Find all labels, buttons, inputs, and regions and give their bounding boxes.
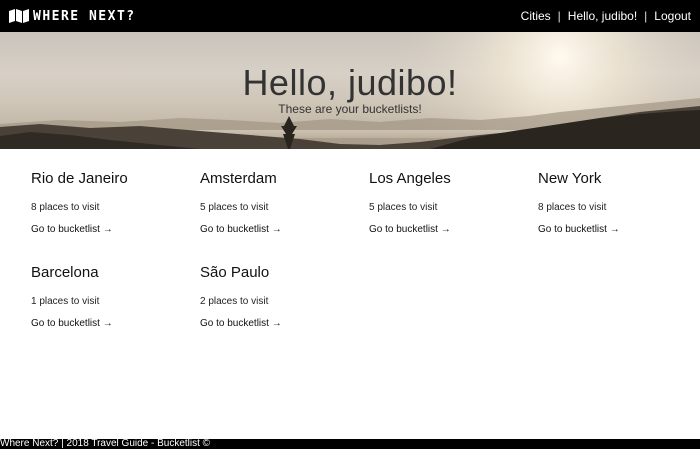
card-place-count: 8 places to visit (538, 202, 607, 213)
brand-name: WHERE NEXT? (33, 8, 136, 24)
go-to-bucketlist-link[interactable]: Go to bucketlist → (538, 224, 698, 235)
go-to-bucketlist-link[interactable]: Go to bucketlist → (31, 224, 191, 235)
card-city-name: Barcelona (31, 264, 99, 281)
bucketlist-card: Los Angeles 5 places to visit Go to buck… (369, 170, 529, 235)
card-place-count: 5 places to visit (369, 202, 438, 213)
greeting-title: Hello, judibo! (242, 62, 458, 103)
nav-link-logout[interactable]: Logout (654, 9, 691, 23)
nav-separator: | (557, 9, 561, 23)
go-to-bucketlist-link[interactable]: Go to bucketlist → (200, 224, 360, 235)
card-place-count: 5 places to visit (200, 202, 269, 213)
bucketlist-card: São Paulo 2 places to visit Go to bucket… (200, 264, 360, 329)
top-navbar: WHERE NEXT? Cities | Hello, judibo! | Lo… (0, 0, 700, 32)
go-to-bucketlist-link[interactable]: Go to bucketlist → (31, 318, 191, 329)
bucketlist-card: Amsterdam 5 places to visit Go to bucket… (200, 170, 360, 235)
bucketlist-card: Barcelona 1 places to visit Go to bucket… (31, 264, 191, 329)
brand[interactable]: WHERE NEXT? (9, 9, 136, 24)
go-to-bucketlist-link[interactable]: Go to bucketlist → (369, 224, 529, 235)
bucketlist-card: New York 8 places to visit Go to bucketl… (538, 170, 698, 235)
card-place-count: 1 places to visit (31, 296, 100, 307)
nav-links: Cities | Hello, judibo! | Logout (521, 9, 691, 23)
card-city-name: Rio de Janeiro (31, 170, 128, 187)
card-city-name: Los Angeles (369, 170, 451, 187)
hero-banner: Hello, judibo! These are your bucketlist… (0, 32, 700, 149)
go-to-bucketlist-link[interactable]: Go to bucketlist → (200, 318, 360, 329)
bucketlist-card: Rio de Janeiro 8 places to visit Go to b… (31, 170, 191, 235)
page-footer: Where Next? | 2018 Travel Guide - Bucket… (0, 439, 700, 449)
nav-separator: | (644, 9, 648, 23)
card-place-count: 2 places to visit (200, 296, 269, 307)
map-icon (9, 9, 29, 23)
nav-link-profile[interactable]: Hello, judibo! (568, 9, 637, 23)
card-city-name: New York (538, 170, 602, 187)
card-place-count: 8 places to visit (31, 202, 100, 213)
footer-text: Where Next? | 2018 Travel Guide - Bucket… (0, 439, 211, 449)
card-city-name: Amsterdam (200, 170, 277, 187)
greeting-subtitle: These are your bucketlists! (278, 102, 422, 116)
card-city-name: São Paulo (200, 264, 270, 281)
nav-link-cities[interactable]: Cities (521, 9, 551, 23)
